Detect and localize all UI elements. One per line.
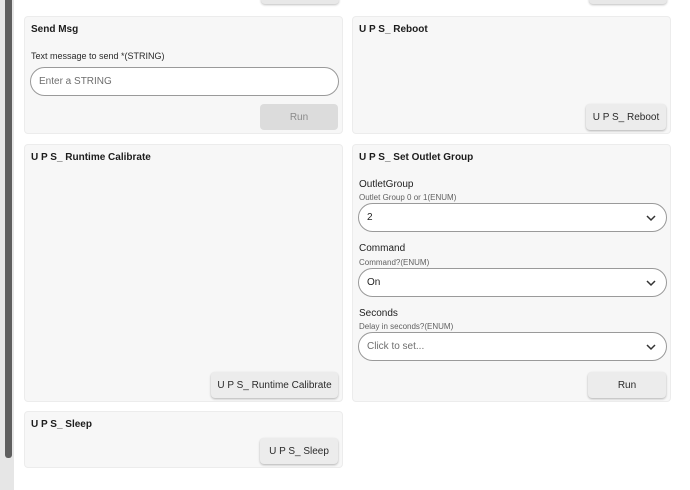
ups-runtime-calibrate-button[interactable]: U P S_ Runtime Calibrate [211, 372, 338, 398]
input-placeholder: Enter a STRING [39, 76, 112, 87]
select-value: 2 [367, 212, 373, 223]
outletgroup-select[interactable]: 2 [358, 203, 667, 232]
ups-sleep-card: U P S_ Sleep U P S_ Sleep [24, 411, 343, 468]
command-select[interactable]: On [358, 268, 667, 297]
send-msg-card: Send Msg Text message to send *(STRING) … [24, 16, 343, 134]
card-title: U P S_ Set Outlet Group [359, 152, 474, 163]
seconds-select[interactable]: Click to set... [358, 332, 667, 361]
ups-sleep-button[interactable]: U P S_ Sleep [260, 438, 338, 464]
text-message-input[interactable]: Enter a STRING [30, 67, 339, 96]
select-value: On [367, 277, 381, 288]
chevron-down-icon [646, 280, 656, 287]
outletgroup-hint: Outlet Group 0 or 1(ENUM) [359, 193, 457, 202]
select-placeholder: Click to set... [367, 341, 425, 352]
seconds-hint: Delay in seconds?(ENUM) [359, 322, 454, 331]
outletgroup-label: OutletGroup [359, 179, 414, 190]
card-title: Send Msg [31, 24, 79, 35]
previous-card-button-stub[interactable] [589, 0, 667, 4]
text-message-label: Text message to send *(STRING) [31, 51, 165, 61]
ups-set-outlet-group-card: U P S_ Set Outlet Group OutletGroup Outl… [352, 144, 671, 402]
chevron-down-icon [646, 344, 656, 351]
ups-reboot-card: U P S_ Reboot U P S_ Reboot [352, 16, 671, 134]
vertical-scrollbar[interactable] [5, 0, 12, 458]
chevron-down-icon [646, 215, 656, 222]
card-title: U P S_ Runtime Calibrate [31, 152, 151, 163]
card-title: U P S_ Reboot [359, 24, 428, 35]
run-button[interactable]: Run [260, 104, 338, 130]
ups-reboot-button[interactable]: U P S_ Reboot [586, 104, 666, 130]
previous-card-button-stub[interactable] [261, 0, 339, 4]
run-button[interactable]: Run [588, 372, 666, 398]
card-title: U P S_ Sleep [31, 419, 92, 430]
command-label: Command [359, 243, 406, 254]
seconds-label: Seconds [359, 308, 398, 319]
command-hint: Command?(ENUM) [359, 258, 430, 267]
ups-runtime-calibrate-card: U P S_ Runtime Calibrate U P S_ Runtime … [24, 144, 343, 402]
